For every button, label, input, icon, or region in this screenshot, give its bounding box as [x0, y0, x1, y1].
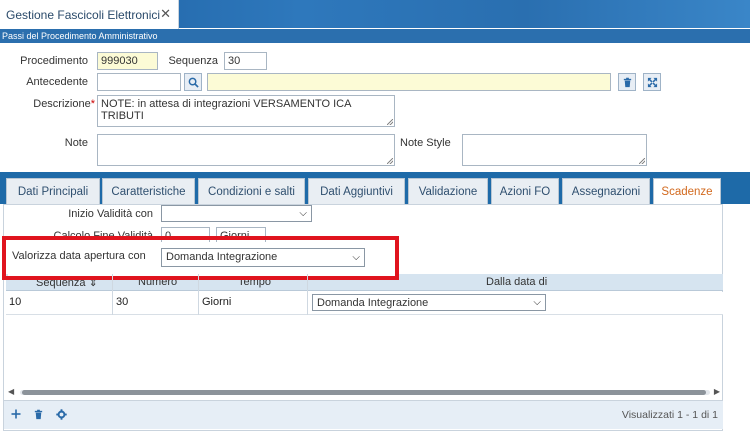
- column-divider: [307, 274, 308, 315]
- plus-icon: [11, 409, 21, 419]
- pager-info: Visualizzati 1 - 1 di 1: [621, 409, 718, 421]
- cell-dalla-data-select[interactable]: Domanda Integrazione ⌵: [312, 294, 546, 311]
- tab-azioni-fo[interactable]: Azioni FO: [491, 178, 559, 204]
- cell-sequenza: 10: [9, 296, 22, 308]
- chevron-down-icon: ⌵: [352, 252, 360, 263]
- settings-button[interactable]: [54, 407, 68, 421]
- sequenza-label: Sequenza: [168, 55, 218, 67]
- note-label: Note: [64, 137, 88, 149]
- procedimento-input[interactable]: 999030: [97, 52, 158, 70]
- add-row-button[interactable]: [9, 407, 23, 421]
- valorizza-value: Domanda Integrazione: [166, 251, 278, 263]
- descrizione-textarea[interactable]: NOTE: in attesa di integrazioni VERSAMEN…: [97, 95, 395, 127]
- cell-numero: 30: [116, 296, 129, 308]
- procedimento-label: Procedimento: [20, 55, 88, 67]
- tab-caratteristiche[interactable]: Caratteristiche: [102, 178, 195, 204]
- chevron-down-icon: ⌵: [533, 297, 541, 308]
- search-button[interactable]: [184, 73, 202, 91]
- horizontal-scrollbar[interactable]: ◀ ▶: [8, 387, 720, 397]
- antecedente-input[interactable]: [97, 73, 181, 91]
- required-marker: *: [90, 98, 95, 110]
- expand-icon: [647, 77, 657, 87]
- tab-gestione-fascicoli[interactable]: Gestione Fascicoli Elettronici ✕: [0, 0, 179, 29]
- gear-icon: [55, 408, 67, 420]
- tab-title: Gestione Fascicoli Elettronici: [6, 7, 161, 22]
- antecedente-description-input[interactable]: [207, 73, 611, 91]
- inizio-validita-select[interactable]: ⌵: [161, 205, 312, 222]
- note-style-textarea[interactable]: [462, 134, 647, 166]
- chevron-down-icon: ⌵: [299, 208, 307, 219]
- tab-condizioni-salti[interactable]: Condizioni e salti: [198, 178, 305, 204]
- tab-assegnazioni[interactable]: Assegnazioni: [562, 178, 650, 204]
- delete-row-button[interactable]: [31, 407, 45, 421]
- descrizione-label-text: Descrizione: [33, 98, 91, 110]
- cell-tempo: Giorni: [202, 296, 232, 308]
- search-icon: [188, 77, 199, 88]
- tab-dati-aggiuntivi[interactable]: Dati Aggiuntivi: [308, 178, 405, 204]
- column-dalla-data[interactable]: Dalla data di: [486, 276, 547, 288]
- expand-button[interactable]: [643, 73, 661, 91]
- inizio-validita-label: Inizio Validità con: [68, 208, 153, 220]
- trash-icon: [623, 77, 631, 87]
- tab-scadenze[interactable]: Scadenze: [653, 178, 721, 205]
- cell-dalla-data-value: Domanda Integrazione: [317, 297, 429, 309]
- scroll-right-icon[interactable]: ▶: [714, 387, 720, 396]
- column-divider: [112, 274, 113, 315]
- scroll-left-icon[interactable]: ◀: [8, 387, 14, 396]
- trash-icon: [34, 409, 42, 419]
- sequenza-input[interactable]: 30: [224, 52, 267, 70]
- valorizza-label: Valorizza data apertura con: [12, 250, 146, 262]
- antecedente-label: Antecedente: [26, 76, 88, 88]
- note-textarea[interactable]: [97, 134, 395, 166]
- close-icon[interactable]: ✕: [160, 6, 171, 22]
- column-divider: [198, 274, 199, 315]
- section-header: Passi del Procedimento Amministrativo: [0, 29, 750, 43]
- valorizza-select[interactable]: Domanda Integrazione ⌵: [161, 248, 365, 267]
- delete-button[interactable]: [618, 73, 636, 91]
- right-edge: [724, 204, 750, 438]
- scroll-thumb[interactable]: [22, 390, 706, 395]
- grid-footer: [4, 400, 723, 429]
- tab-dati-principali[interactable]: Dati Principali: [6, 178, 100, 204]
- descrizione-label: Descrizione*: [14, 98, 95, 110]
- tab-validazione[interactable]: Validazione: [408, 178, 488, 204]
- note-style-label: Note Style: [400, 137, 451, 149]
